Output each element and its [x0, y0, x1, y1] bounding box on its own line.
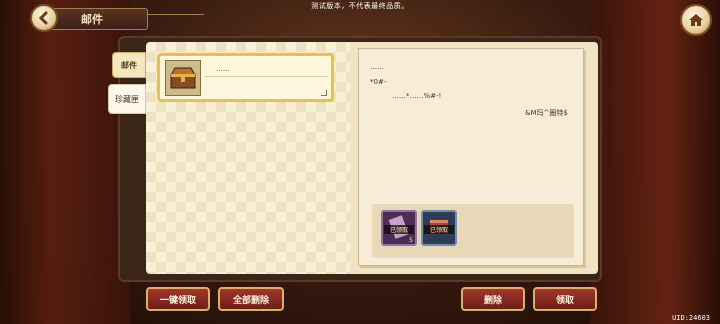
mail-item-title: ……: [216, 65, 230, 73]
page-title: 邮件: [50, 8, 148, 30]
curtain-left: [0, 0, 130, 324]
mail-item-divider: [204, 76, 328, 77]
tab-mail[interactable]: 邮件: [112, 52, 146, 78]
title-decoration: [148, 14, 204, 23]
claim-button[interactable]: 领取: [533, 287, 597, 311]
letter-signature: &M玛^圈特$: [525, 109, 568, 117]
letter-line-3: ……*……%#-!: [392, 92, 442, 100]
letter-line-1: ……: [370, 63, 384, 71]
curtain-right: [590, 0, 720, 324]
home-button[interactable]: [680, 4, 712, 36]
letter-line-2: *0#-: [370, 78, 387, 86]
delete-button[interactable]: 删除: [461, 287, 525, 311]
attachment-item[interactable]: 已领取 5: [381, 210, 417, 246]
attachment-status: 已领取: [424, 225, 454, 234]
treasure-chest-icon: [165, 60, 201, 96]
attachment-status: 已领取: [384, 225, 414, 234]
tab-treasure-box[interactable]: 珍藏匣: [108, 84, 146, 114]
user-id: UID:24603: [672, 314, 710, 322]
home-icon: [689, 14, 703, 26]
attachment-item[interactable]: 已领取: [421, 210, 457, 246]
delete-all-button[interactable]: 全部删除: [218, 287, 284, 311]
back-button[interactable]: [30, 4, 58, 32]
back-arrow-icon: [38, 11, 48, 25]
mail-list-item[interactable]: ……: [157, 53, 334, 102]
attachment-count: 5: [409, 237, 413, 244]
resize-corner-icon: [321, 90, 327, 96]
claim-all-button[interactable]: 一键领取: [146, 287, 210, 311]
